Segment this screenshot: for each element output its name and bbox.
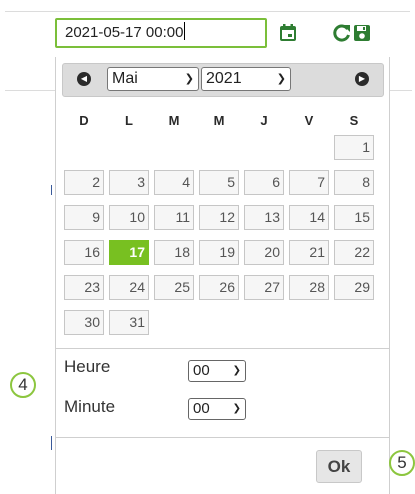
page-divider	[51, 185, 52, 195]
minute-select-value: 00	[193, 400, 210, 417]
page-divider	[390, 90, 412, 91]
day-cell[interactable]: 13	[244, 205, 284, 230]
day-cell[interactable]: 5	[199, 170, 239, 195]
day-cell[interactable]: 22	[334, 240, 374, 265]
minute-select[interactable]: 00 ❯	[188, 398, 246, 420]
day-cell[interactable]: 27	[244, 275, 284, 300]
callout-marker: 4	[10, 372, 36, 398]
next-month-icon[interactable]: ▶	[355, 72, 369, 86]
weekday-header: J	[260, 113, 268, 128]
chevron-down-icon: ❯	[232, 365, 241, 376]
chevron-down-icon: ❯	[184, 73, 194, 85]
page-divider	[5, 90, 55, 91]
day-cell[interactable]: 16	[64, 240, 104, 265]
day-cell[interactable]: 9	[64, 205, 104, 230]
day-cell[interactable]: 11	[154, 205, 194, 230]
page-divider	[51, 436, 52, 450]
day-cell[interactable]: 8	[334, 170, 374, 195]
calendar-icon[interactable]	[276, 21, 300, 45]
datepicker-panel: ◀ Mai ❯ 2021 ❯ ▶ DLMMJVS 1 2 3 4 5 6 7 8 9 10 11 12…	[55, 57, 390, 494]
year-select-value: 2021	[206, 70, 242, 87]
chevron-down-icon: ❯	[232, 403, 241, 414]
month-select-value: Mai	[112, 70, 138, 87]
datepicker-header: ◀ Mai ❯ 2021 ❯ ▶	[62, 63, 384, 97]
save-icon[interactable]	[350, 21, 374, 45]
divider	[56, 348, 389, 349]
year-select[interactable]: 2021 ❯	[201, 67, 291, 91]
page-divider	[5, 11, 410, 12]
weekday-header: L	[125, 113, 133, 128]
date-input-value: 2021-05-17 00:00	[65, 24, 184, 41]
day-cell[interactable]: 10	[109, 205, 149, 230]
text-caret	[184, 22, 186, 40]
chevron-down-icon: ❯	[276, 73, 286, 85]
hour-select-value: 00	[193, 362, 210, 379]
weekday-header: D	[79, 113, 89, 128]
day-cell[interactable]: 15	[334, 205, 374, 230]
minute-label: Minute	[64, 397, 116, 416]
weekday-header: M	[168, 113, 180, 128]
day-cell[interactable]: 28	[289, 275, 329, 300]
day-cell[interactable]: 31	[109, 310, 149, 335]
date-input[interactable]: 2021-05-17 00:00	[55, 18, 267, 48]
previous-month-icon[interactable]: ◀	[77, 72, 91, 86]
day-cell[interactable]: 2	[64, 170, 104, 195]
day-cell[interactable]: 12	[199, 205, 239, 230]
day-cell[interactable]: 26	[199, 275, 239, 300]
month-select[interactable]: Mai ❯	[107, 67, 199, 91]
divider	[56, 437, 389, 438]
selected-day-cell[interactable]: 17	[109, 240, 149, 265]
ok-button[interactable]: Ok	[316, 450, 362, 483]
day-cell[interactable]: 24	[109, 275, 149, 300]
day-cell[interactable]: 1	[334, 135, 374, 160]
day-cell[interactable]: 14	[289, 205, 329, 230]
hour-label: Heure	[64, 357, 111, 376]
weekday-header: V	[304, 113, 314, 128]
hour-select[interactable]: 00 ❯	[188, 360, 246, 382]
day-cell[interactable]: 23	[64, 275, 104, 300]
day-cell[interactable]: 25	[154, 275, 194, 300]
day-cell[interactable]: 7	[289, 170, 329, 195]
day-cell[interactable]: 3	[109, 170, 149, 195]
day-cell[interactable]: 6	[244, 170, 284, 195]
weekday-header: M	[213, 113, 225, 128]
day-cell[interactable]: 21	[289, 240, 329, 265]
day-cell[interactable]: 30	[64, 310, 104, 335]
day-cell[interactable]: 4	[154, 170, 194, 195]
day-cell[interactable]: 29	[334, 275, 374, 300]
callout-marker: 5	[389, 450, 415, 476]
day-cell[interactable]: 18	[154, 240, 194, 265]
day-cell[interactable]: 20	[244, 240, 284, 265]
weekday-header: S	[349, 113, 359, 128]
day-cell[interactable]: 19	[199, 240, 239, 265]
